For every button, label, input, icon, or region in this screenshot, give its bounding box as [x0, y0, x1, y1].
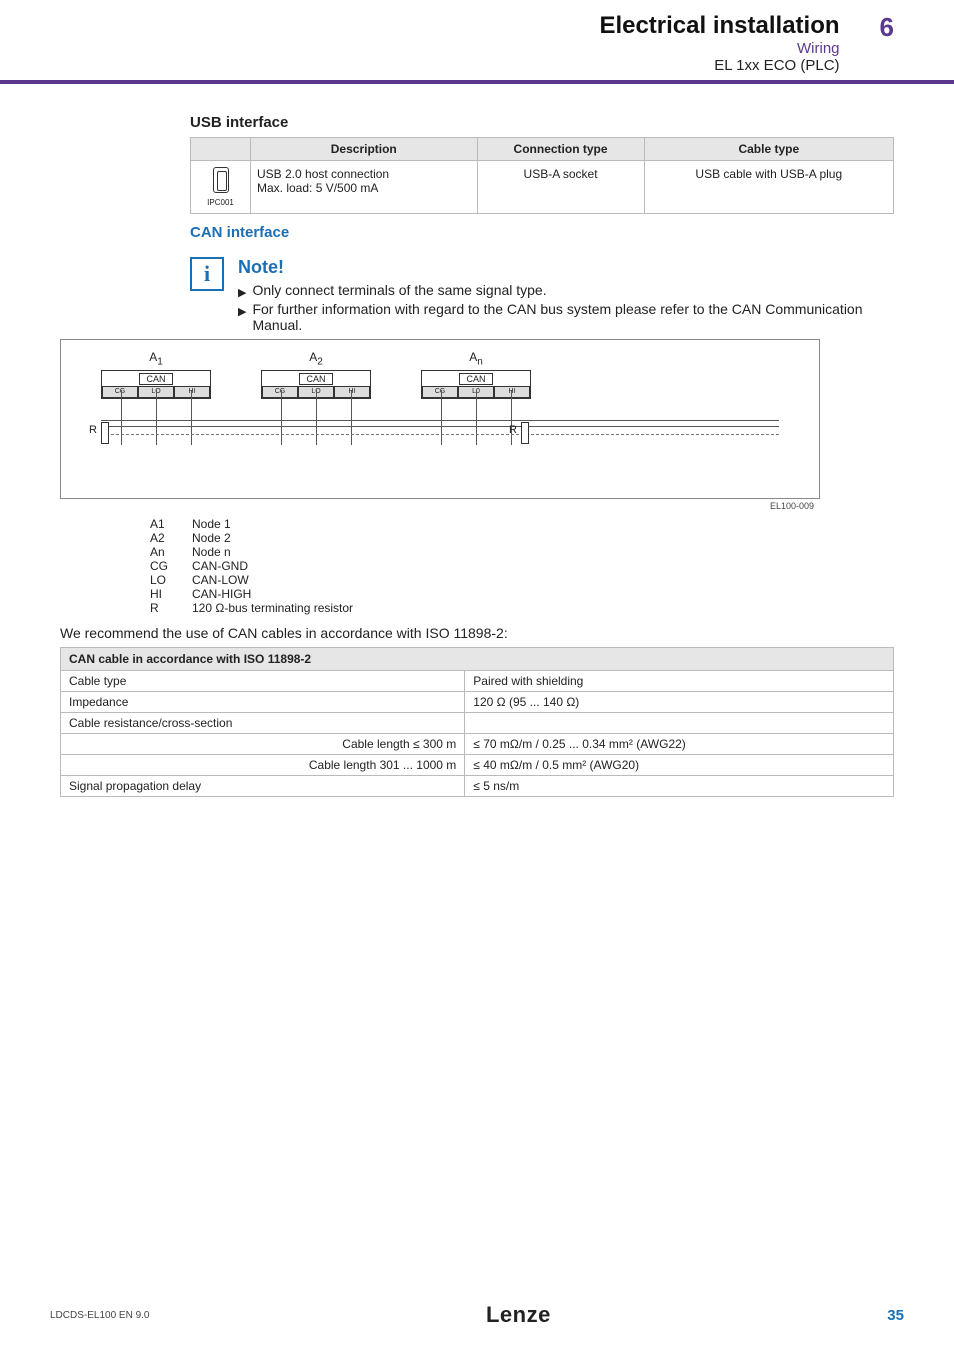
page-header: Electrical installation Wiring EL 1xx EC… — [0, 0, 954, 84]
usb-conn-cell: USB-A socket — [477, 161, 644, 214]
usb-col-conn: Connection type — [477, 138, 644, 161]
note-bullet-1-text: Only connect terminals of the same signa… — [252, 282, 546, 299]
can-legend: A1Node 1 A2Node 2 AnNode n CGCAN-GND LOC… — [150, 517, 377, 615]
header-sub1: Wiring — [599, 40, 839, 57]
resistor-right-label: R — [509, 424, 517, 436]
can-diagram-wrap: A1 CAN CG LO HI A2 CAN CG LO — [60, 339, 820, 513]
chapter-number: 6 — [880, 12, 894, 40]
usb-cable-cell: USB cable with USB-A plug — [644, 161, 893, 214]
can-diagram: A1 CAN CG LO HI A2 CAN CG LO — [60, 339, 820, 499]
usb-socket-icon — [213, 167, 229, 193]
note-bullet-2-text: For further information with regard to t… — [252, 301, 894, 333]
spec-title: CAN cable in accordance with ISO 11898-2 — [61, 648, 894, 671]
note-title: Note! — [238, 257, 894, 278]
usb-heading: USB interface — [190, 114, 894, 131]
footer-logo: Lenze — [486, 1302, 551, 1328]
usb-table: Description Connection type Cable type I… — [190, 137, 894, 214]
usb-desc2: Max. load: 5 V/500 mA — [257, 181, 378, 195]
usb-icon-cell: IPC001 — [191, 161, 251, 214]
usb-desc-cell: USB 2.0 host connection Max. load: 5 V/5… — [251, 161, 478, 214]
can-spec-table: CAN cable in accordance with ISO 11898-2… — [60, 647, 894, 797]
header-title: Electrical installation — [599, 12, 839, 40]
note-block: i Note! ▶ Only connect terminals of the … — [190, 257, 894, 335]
can-heading: CAN interface — [190, 224, 894, 241]
note-bullet-1: ▶ Only connect terminals of the same sig… — [238, 282, 894, 299]
usb-col-desc: Description — [251, 138, 478, 161]
can-recommend-para: We recommend the use of CAN cables in ac… — [60, 625, 894, 641]
header-sub2: EL 1xx ECO (PLC) — [599, 57, 839, 74]
resistor-left-label: R — [89, 424, 97, 436]
resistor-left-icon — [101, 422, 109, 444]
usb-ipc-label: IPC001 — [197, 198, 244, 207]
footer-page-number: 35 — [887, 1307, 904, 1324]
resistor-right-icon — [521, 422, 529, 444]
bullet-icon: ▶ — [238, 282, 246, 299]
header-titles: Electrical installation Wiring EL 1xx EC… — [599, 12, 839, 74]
footer-docid: LDCDS-EL100 EN 9.0 — [50, 1310, 150, 1321]
diagram-ref: EL100-009 — [60, 499, 820, 513]
usb-col-cable: Cable type — [644, 138, 893, 161]
page-footer: LDCDS-EL100 EN 9.0 Lenze 35 — [0, 1302, 954, 1328]
note-body: Note! ▶ Only connect terminals of the sa… — [238, 257, 894, 335]
content-area: USB interface Description Connection typ… — [0, 84, 954, 797]
bullet-icon: ▶ — [238, 301, 246, 333]
can-bus-lines — [101, 412, 779, 452]
note-bullet-2: ▶ For further information with regard to… — [238, 301, 894, 333]
info-icon: i — [190, 257, 224, 291]
usb-desc1: USB 2.0 host connection — [257, 167, 389, 181]
